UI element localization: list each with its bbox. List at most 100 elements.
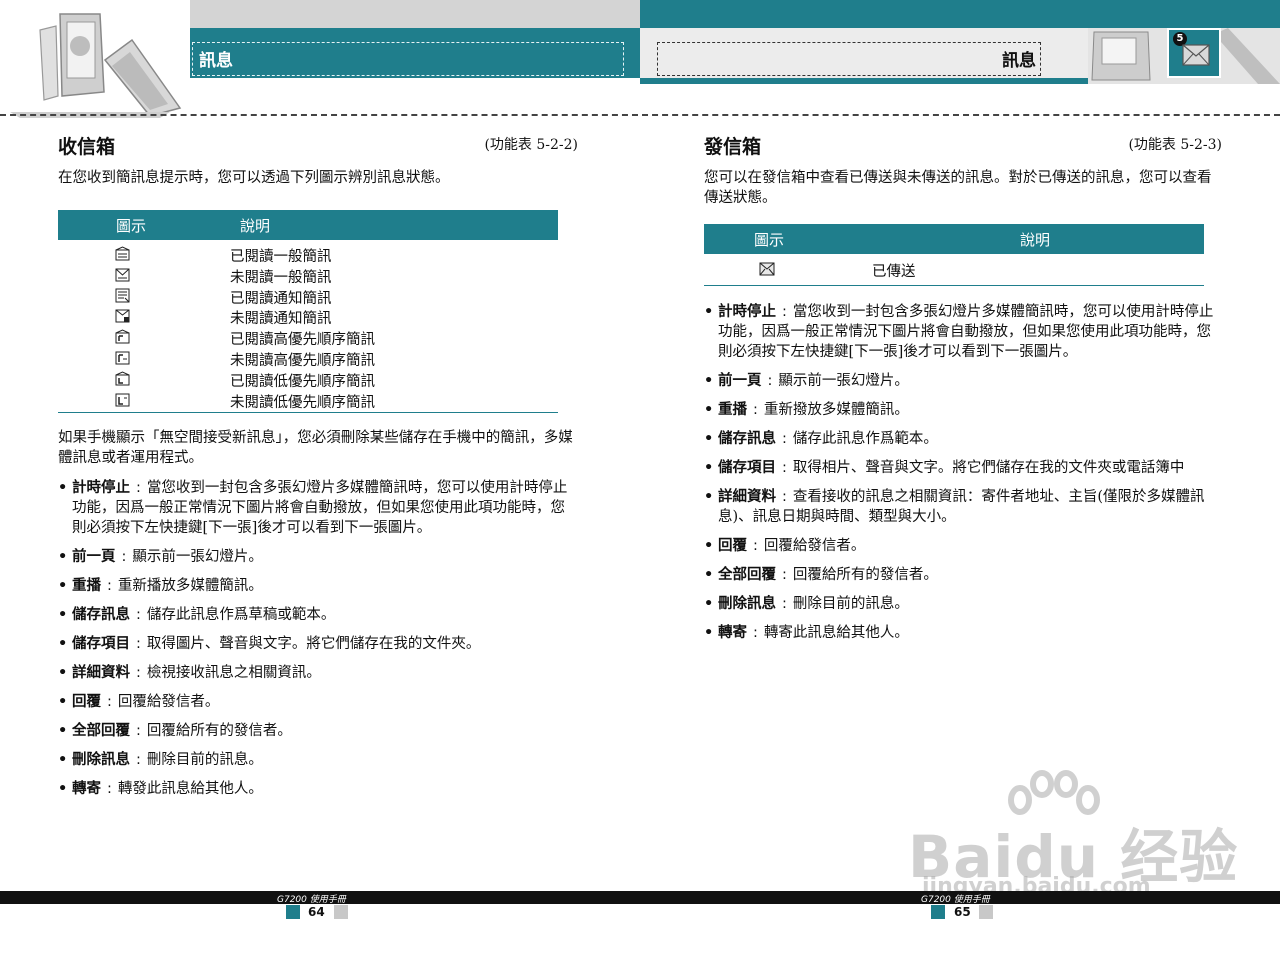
option-term: 全部回覆 xyxy=(718,566,776,583)
right-page: 發信箱 (功能表 5-2-3) 您可以在發信箱中查看已傳送與未傳送的訊息。對於已… xyxy=(704,128,1222,652)
list-item: 儲存項目: 取得圖片、聲音與文字。將它們儲存在我的文件夾。 xyxy=(58,634,578,654)
footer-marker-gray-left xyxy=(334,905,348,919)
right-section-header: 發信箱 (功能表 5-2-3) xyxy=(704,128,1222,164)
baidu-watermark: Baidu 经验 jingyan.baidu.com xyxy=(908,770,1237,910)
list-item: 轉寄: 轉發此訊息給其他人。 xyxy=(58,779,578,799)
outbox-intro: 您可以在發信箱中查看已傳送與未傳送的訊息。對於已傳送的訊息，您可以查看傳送狀態。 xyxy=(704,170,1212,206)
option-separator: : xyxy=(136,480,141,497)
table-header: 圖示 說明 xyxy=(58,210,558,240)
option-separator: : xyxy=(782,595,787,612)
option-desc: 轉寄此訊息給其他人。 xyxy=(763,624,909,641)
footer-marker-teal-right xyxy=(931,905,945,919)
list-item: 儲存項目: 取得相片、聲音與文字。將它們儲存在我的文件夾或電話簿中 xyxy=(704,458,1222,478)
header-title-left: 訊息 xyxy=(199,51,233,71)
option-term: 儲存訊息 xyxy=(72,607,130,624)
header-title-right: 訊息 xyxy=(1002,51,1036,71)
table-row: 已閱讀高優先順序簡訊 xyxy=(58,327,558,348)
inbox-note: 如果手機顯示「無空間接受新訊息」，您必須刪除某些儲存在手機中的簡訊，多媒體訊息或… xyxy=(58,430,573,467)
option-separator: : xyxy=(107,781,112,798)
list-item: 前一頁: 顯示前一張幻燈片。 xyxy=(58,547,578,567)
option-separator: : xyxy=(782,488,787,505)
inbox-title: 收信箱 xyxy=(58,136,116,158)
option-term: 前一頁 xyxy=(72,549,116,566)
option-desc: 回覆給所有的發信者。 xyxy=(146,723,292,740)
option-term: 全部回覆 xyxy=(72,723,130,740)
option-separator: : xyxy=(136,665,141,682)
option-term: 轉寄 xyxy=(718,624,747,641)
footer-marker-gray-right xyxy=(979,905,993,919)
row-label: 已傳送 xyxy=(872,264,916,280)
footer-manual-label-left: G7200 使用手冊 xyxy=(277,895,346,905)
table-row: 未閱讀一般簡訊 xyxy=(58,265,558,286)
table-header-desc: 說明 xyxy=(1020,231,1051,249)
option-desc: 回覆給發信者。 xyxy=(763,537,866,554)
option-desc: 重新播放多媒體簡訊。 xyxy=(117,578,263,595)
unread-low-priority-icon xyxy=(115,393,130,407)
option-desc: 檢視接收訊息之相關資訊。 xyxy=(146,665,321,682)
row-label: 已閱讀低優先順序簡訊 xyxy=(230,373,375,390)
list-item: 刪除訊息: 刪除目前的訊息。 xyxy=(704,594,1222,614)
list-item: 計時停止:當您收到一封包含多張幻燈片多媒體簡訊時，您可以使用計時停止功能，因爲一… xyxy=(58,478,578,538)
unread-high-priority-icon xyxy=(115,351,130,365)
unread-notice-icon xyxy=(115,309,130,323)
sent-icon xyxy=(759,262,775,276)
option-separator: : xyxy=(782,459,787,476)
row-label: 未閱讀低優先順序簡訊 xyxy=(230,394,375,411)
chapter-badge: 5 xyxy=(1167,28,1221,78)
header-title-box-left xyxy=(192,42,624,76)
option-term: 詳細資料 xyxy=(718,488,776,505)
phone-illustration xyxy=(0,0,190,120)
page-number-right: 65 xyxy=(954,905,971,919)
option-desc: 顯示前一張幻燈片。 xyxy=(778,372,909,389)
option-separator: : xyxy=(107,694,112,711)
inbox-menu-ref: (功能表 5-2-2) xyxy=(484,137,578,153)
table-row: 已傳送 xyxy=(704,259,1204,280)
option-separator: : xyxy=(767,372,773,389)
footer-marker-teal-left xyxy=(286,905,300,919)
option-term: 回覆 xyxy=(72,694,101,711)
table-row: 未閱讀通知簡訊 xyxy=(58,306,558,327)
list-item: 儲存訊息: 儲存此訊息作爲範本。 xyxy=(704,429,1222,449)
outbox-options-list: 計時停止:當您收到一封包含多張幻燈片多媒體簡訊時，您可以使用計時停止功能，因爲一… xyxy=(704,302,1222,643)
table-row: 已閱讀低優先順序簡訊 xyxy=(58,369,558,390)
option-separator: : xyxy=(136,752,141,769)
option-separator: : xyxy=(107,578,112,595)
option-term: 前一頁 xyxy=(718,372,762,389)
table-body: 已閱讀一般簡訊 未閱讀一般簡訊 已閱讀通知簡訊 未閱讀通知簡訊 已閱讀高優先順序… xyxy=(58,240,558,414)
footer-manual-label-right: G7200 使用手冊 xyxy=(921,895,990,905)
option-desc: 當您收到一封包含多張幻燈片多媒體簡訊時，您可以使用計時停止功能，因爲一般正常情況… xyxy=(718,303,1214,360)
table-header-icon: 圖示 xyxy=(116,217,147,235)
option-desc: 刪除目前的訊息。 xyxy=(792,595,909,612)
row-label: 已閱讀通知簡訊 xyxy=(230,290,332,307)
option-term: 重播 xyxy=(72,578,101,595)
option-separator: : xyxy=(782,303,787,320)
option-desc: 轉發此訊息給其他人。 xyxy=(117,781,263,798)
option-separator: : xyxy=(136,636,141,653)
option-separator: : xyxy=(136,607,141,624)
option-separator: : xyxy=(753,624,758,641)
table-row: 未閱讀高優先順序簡訊 xyxy=(58,348,558,369)
inbox-options-list: 計時停止:當您收到一封包含多張幻燈片多媒體簡訊時，您可以使用計時停止功能，因爲一… xyxy=(58,478,578,799)
list-item: 刪除訊息: 刪除目前的訊息。 xyxy=(58,750,578,770)
option-desc: 回覆給發信者。 xyxy=(117,694,220,711)
list-item: 回覆: 回覆給發信者。 xyxy=(704,536,1222,556)
inbox-icon-table: 圖示 說明 已閱讀一般簡訊 未閱讀一般簡訊 已閱讀通知簡訊 未閱讀通知簡訊 已閱… xyxy=(58,210,558,414)
header-divider xyxy=(0,114,1280,116)
page-number-left: 64 xyxy=(308,905,325,919)
option-term: 計時停止 xyxy=(72,480,130,497)
option-term: 儲存項目 xyxy=(72,636,130,653)
unread-sms-icon xyxy=(115,268,130,282)
option-desc: 當您收到一封包含多張幻燈片多媒體簡訊時，您可以使用計時停止功能，因爲一般正常情況… xyxy=(72,480,568,537)
read-low-priority-icon xyxy=(115,371,130,386)
option-term: 儲存訊息 xyxy=(718,430,776,447)
option-separator: : xyxy=(782,566,787,583)
option-desc: 查看接收的訊息之相關資訊：寄件者地址、主旨(僅限於多媒體訊息)、訊息日期與時間、… xyxy=(718,488,1205,525)
left-page: 收信箱 (功能表 5-2-2) 在您收到簡訊息提示時，您可以透過下列圖示辨別訊息… xyxy=(58,128,578,808)
row-label: 未閱讀通知簡訊 xyxy=(230,311,332,328)
row-label: 未閱讀高優先順序簡訊 xyxy=(230,352,375,369)
table-header-desc: 說明 xyxy=(240,217,271,235)
inbox-intro: 在您收到簡訊息提示時，您可以透過下列圖示辨別訊息狀態。 xyxy=(58,170,450,186)
option-term: 重播 xyxy=(718,401,747,418)
option-separator: : xyxy=(136,723,141,740)
table-header: 圖示 說明 xyxy=(704,224,1204,254)
